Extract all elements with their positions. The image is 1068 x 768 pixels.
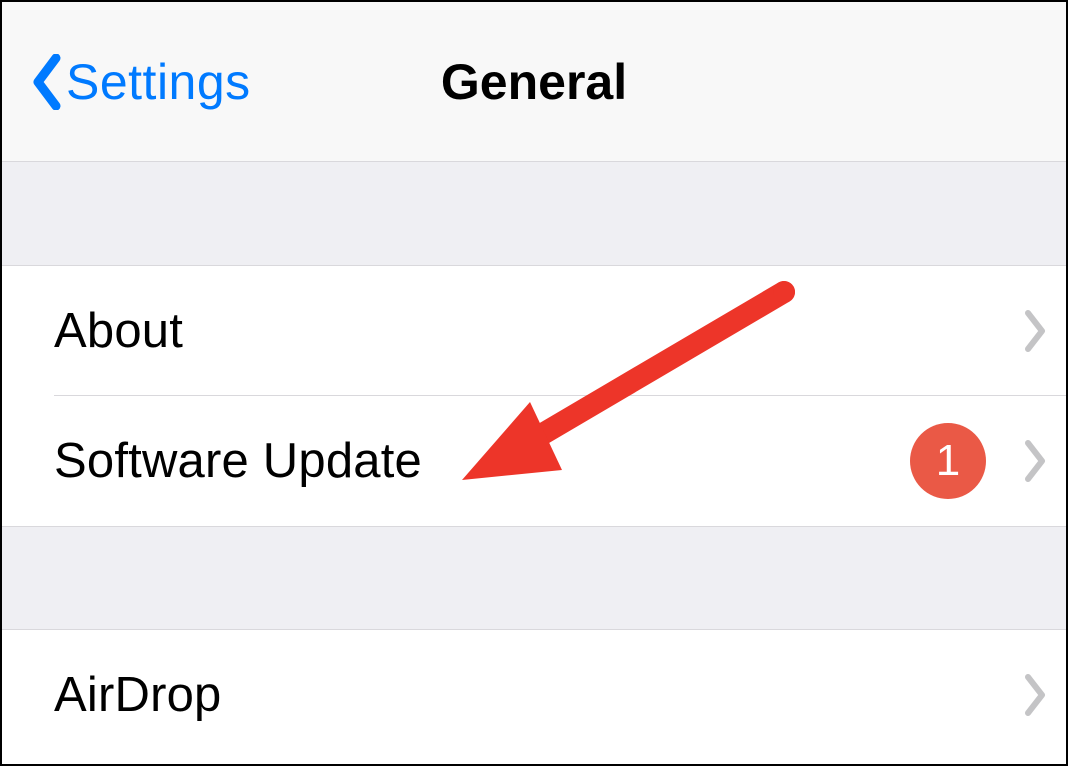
cell-about[interactable]: About bbox=[2, 266, 1066, 396]
cell-label: About bbox=[54, 303, 183, 359]
chevron-left-icon bbox=[30, 54, 62, 110]
back-label: Settings bbox=[66, 53, 251, 111]
back-button[interactable]: Settings bbox=[30, 53, 251, 111]
section-spacer bbox=[2, 162, 1066, 266]
cell-airdrop[interactable]: AirDrop bbox=[2, 630, 1066, 760]
notification-badge: 1 bbox=[910, 423, 986, 499]
cell-software-update[interactable]: Software Update 1 bbox=[2, 396, 1066, 526]
page-title: General bbox=[441, 53, 627, 111]
chevron-right-icon bbox=[1024, 309, 1048, 353]
chevron-right-icon bbox=[1024, 439, 1048, 483]
cell-label: Software Update bbox=[54, 433, 422, 489]
chevron-right-icon bbox=[1024, 673, 1048, 717]
section-spacer bbox=[2, 526, 1066, 630]
navigation-bar: Settings General bbox=[2, 2, 1066, 162]
cell-label: AirDrop bbox=[54, 667, 222, 723]
